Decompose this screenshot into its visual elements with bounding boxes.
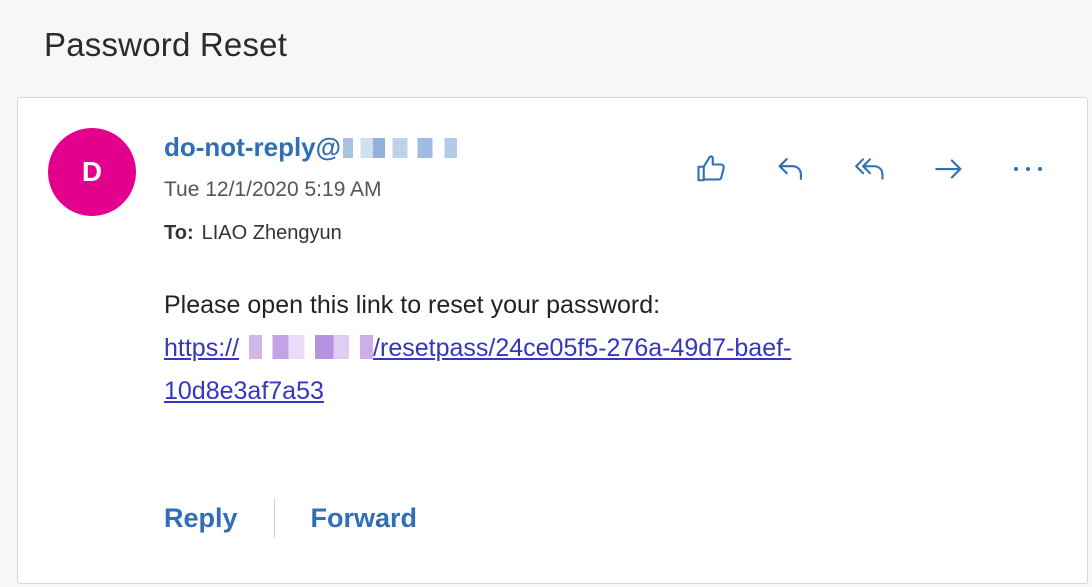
avatar[interactable]: D: [48, 128, 136, 216]
sender-prefix: do-not-reply@: [164, 132, 341, 162]
thumbs-up-icon: [697, 155, 725, 182]
like-button[interactable]: [691, 148, 733, 190]
footer-divider: [273, 498, 275, 538]
forward-arrow-icon: [935, 159, 962, 179]
message-card: D do-not-reply@ Tue 12/1/2020 5:19 AM To…: [17, 97, 1088, 584]
more-icon: [1014, 167, 1042, 171]
link-prefix[interactable]: https://: [164, 334, 239, 362]
link-continuation[interactable]: 10d8e3af7a53: [164, 377, 324, 405]
link-path[interactable]: /resetpass/24ce05f5-276a-49d7-baef-: [373, 334, 791, 362]
subject-bar: Password Reset: [0, 0, 1092, 96]
reset-link[interactable]: https:// /resetpass/24ce05f5-276a-49d7-ba…: [164, 327, 984, 370]
sent-date: Tue 12/1/2020 5:19 AM: [164, 178, 382, 201]
forward-icon-button[interactable]: [928, 148, 970, 190]
reply-all-icon: [855, 158, 884, 180]
message-actions: [691, 148, 1049, 190]
email-subject: Password Reset: [44, 26, 288, 63]
recipient-name[interactable]: LIAO Zhengyun: [202, 222, 342, 244]
reply-all-button[interactable]: [849, 148, 891, 190]
reply-icon-button[interactable]: [770, 148, 812, 190]
link-redacted-host[interactable]: [239, 334, 374, 362]
reply-button[interactable]: Reply: [164, 503, 238, 534]
message-footer: Reply Forward: [164, 498, 417, 538]
avatar-initial: D: [81, 156, 103, 187]
sender-address[interactable]: do-not-reply@: [164, 132, 467, 163]
body-line: Please open this link to reset your pass…: [164, 291, 661, 319]
redacted-domain: [343, 137, 467, 158]
reply-icon: [778, 158, 802, 180]
forward-button[interactable]: Forward: [311, 503, 418, 534]
more-button[interactable]: [1007, 148, 1049, 190]
recipient-line: To: LIAO Zhengyun: [164, 222, 342, 245]
message-body: Please open this link to reset your pass…: [164, 284, 984, 413]
to-label: To:: [164, 222, 194, 244]
redacted-host: [241, 335, 374, 359]
